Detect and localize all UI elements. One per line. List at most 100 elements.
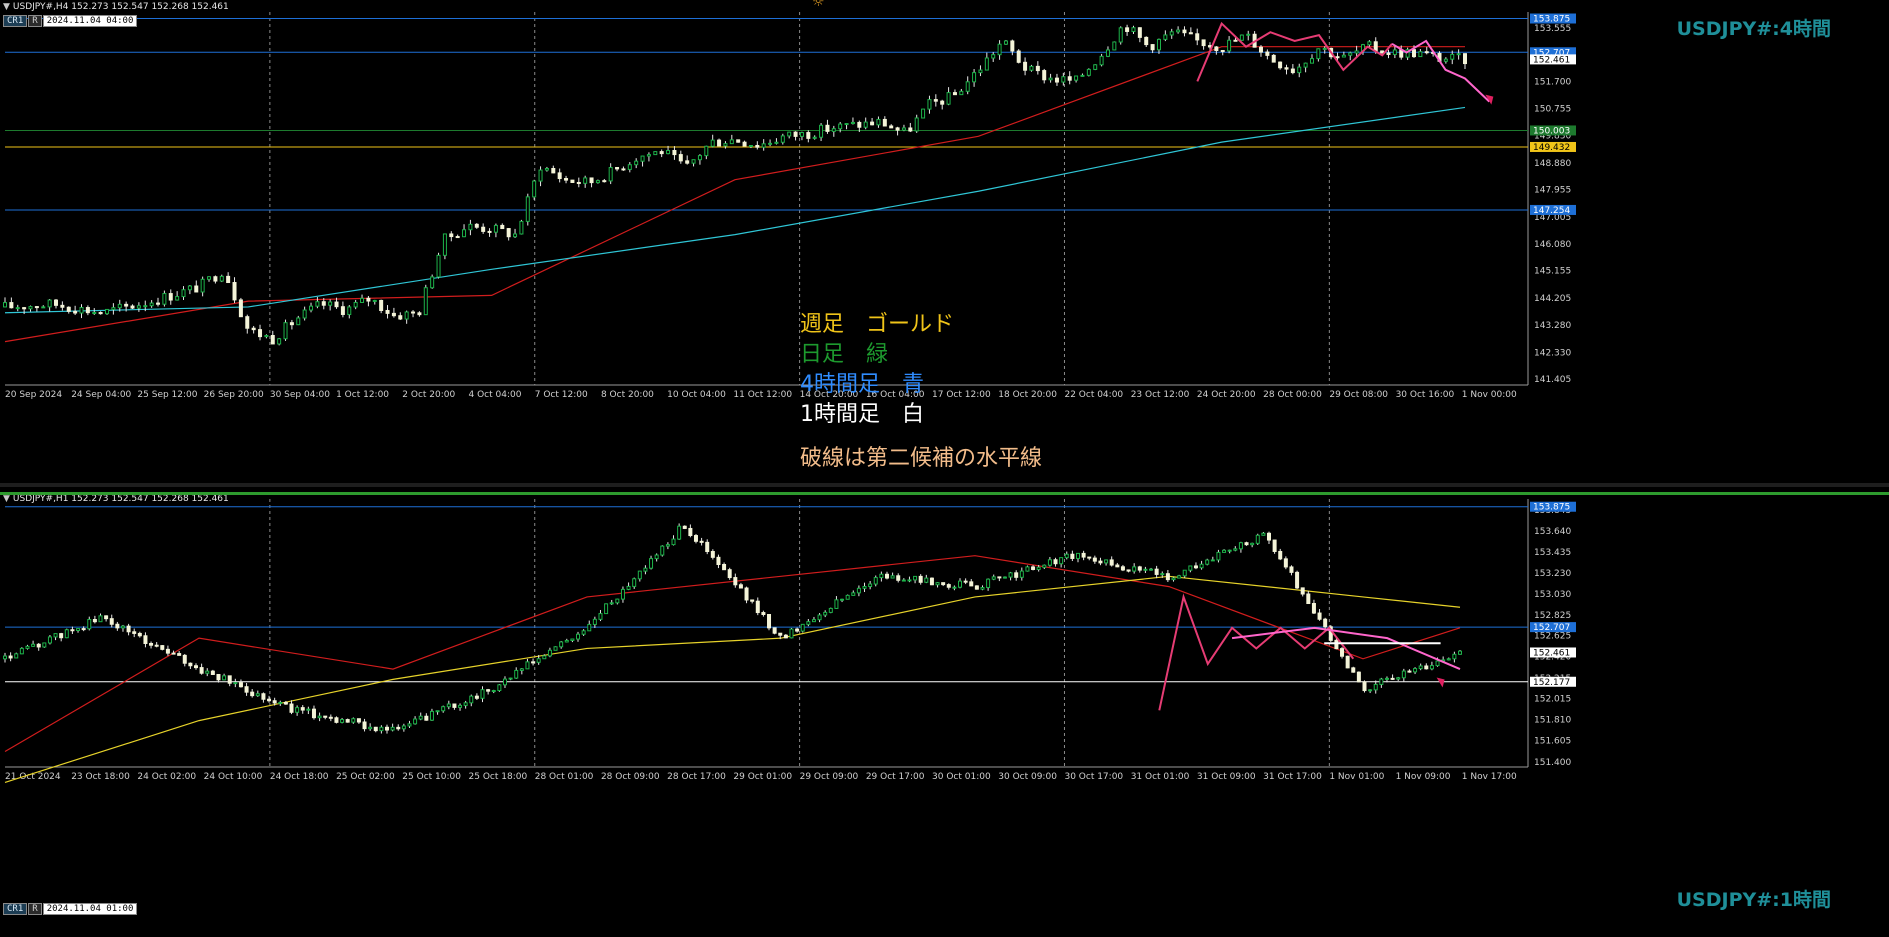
x-tick-label: 8 Oct 20:00: [601, 390, 654, 400]
candle-body: [98, 312, 103, 315]
candle-body: [194, 285, 199, 293]
candle-body: [277, 338, 282, 345]
candle-body: [1036, 566, 1041, 570]
candle-body: [1351, 667, 1356, 673]
candle-body: [997, 43, 1002, 56]
candle-body: [845, 594, 850, 600]
candle-body: [60, 304, 65, 308]
candle-body: [168, 293, 173, 301]
x-tick-label: 2 Oct 20:00: [402, 390, 455, 400]
candle-body: [300, 707, 305, 711]
candle-body: [806, 621, 811, 625]
candle-body: [245, 316, 250, 329]
candle-body: [986, 578, 991, 589]
candle-body: [736, 139, 741, 143]
candle-body: [1132, 566, 1137, 572]
candle-body: [598, 613, 603, 620]
candle-body: [935, 582, 940, 586]
h4-chart-pane[interactable]: 20 Sep 2024 24 Sep 04:00 25 Sep 12:00 26 Se…: [0, 0, 1889, 487]
candle-body: [1354, 50, 1359, 54]
candle-body: [47, 636, 52, 644]
y-tick-label: 151.700: [1534, 77, 1571, 87]
candle-body: [868, 583, 873, 588]
y-tick-label: 151.605: [1534, 737, 1571, 747]
candle-body: [532, 180, 537, 198]
candle-body: [120, 625, 125, 629]
candle-body: [1014, 572, 1019, 578]
candle-body: [1348, 52, 1353, 56]
candle-body: [1368, 689, 1373, 692]
candle-body: [1205, 559, 1210, 565]
dashed-line-note: 破線は第二候補の水平線: [800, 446, 1043, 471]
h1-crosshair-date: 2024.11.04 01:00: [42, 903, 138, 915]
candle-body: [879, 573, 884, 579]
candle-body: [884, 573, 889, 579]
h4-timeframe-label: USDJPY#:4時間: [1676, 18, 1831, 40]
candle-body: [1233, 548, 1238, 551]
candle-body: [278, 701, 283, 704]
y-tick-label: 150.755: [1534, 105, 1571, 115]
candle-body: [1010, 40, 1015, 52]
candle-body: [671, 538, 676, 546]
cr1-tag: CR1: [3, 15, 28, 27]
x-tick-label: 11 Oct 12:00: [733, 390, 792, 400]
candle-body: [1265, 51, 1270, 56]
x-tick-label: 10 Oct 04:00: [667, 390, 726, 400]
candle-body: [1456, 53, 1461, 56]
candle-body: [9, 302, 14, 309]
candle-body: [1035, 65, 1040, 72]
candle-body: [761, 143, 766, 148]
candle-body: [424, 715, 429, 721]
candle-body: [531, 661, 536, 664]
candle-body: [1199, 563, 1204, 569]
candle-body: [882, 118, 887, 127]
candle-body: [1059, 557, 1064, 565]
candle-body: [941, 582, 946, 586]
candle-body: [87, 619, 92, 630]
x-tick-label: 30 Oct 16:00: [1396, 390, 1455, 400]
candle-body: [1373, 683, 1378, 691]
h1-crosshair-box[interactable]: CR1 R 2024.11.04 01:00: [3, 903, 138, 915]
candle-body: [733, 577, 738, 586]
candle-body: [261, 693, 266, 700]
candle-body: [487, 230, 492, 233]
candle-body: [340, 719, 345, 723]
candle-body: [385, 726, 390, 731]
y-tick-label: 153.555: [1534, 24, 1571, 34]
candle-body: [233, 682, 238, 685]
h4-chart-header: ▼ USDJPY#,H4 152.273 152.547 152.268 152.…: [3, 2, 229, 12]
r-tag-h1: R: [28, 903, 42, 915]
candle-body: [838, 123, 843, 130]
candle-body: [755, 600, 760, 614]
candle-body: [334, 301, 339, 308]
candle-body: [1233, 39, 1238, 42]
x-tick-label: 24 Sep 04:00: [71, 390, 131, 400]
candle-body: [811, 619, 816, 623]
x-tick-label: 23 Oct 12:00: [1131, 390, 1190, 400]
h4-crosshair-box[interactable]: CR1 R 2024.11.04 04:00: [3, 15, 138, 27]
candle-body: [117, 303, 122, 309]
candle-body: [958, 580, 963, 588]
candle-body: [1458, 650, 1462, 655]
candle-body: [73, 310, 78, 314]
candle-body: [965, 81, 970, 92]
candle-body: [160, 645, 165, 650]
candle-body: [311, 708, 316, 719]
x-tick-label: 1 Nov 01:00: [1329, 772, 1384, 782]
candle-body: [1290, 68, 1295, 74]
x-tick-label: 24 Oct 18:00: [270, 772, 329, 782]
candle-body: [136, 305, 141, 309]
candle-body: [856, 587, 861, 594]
candle-body: [1131, 27, 1136, 32]
h1-chart-pane[interactable]: 21 Oct 2024 23 Oct 18:00 24 Oct 02:00 24 Oc…: [0, 487, 1889, 937]
candle-body: [1098, 560, 1103, 564]
candle-body: [1384, 677, 1389, 680]
candle-body: [738, 584, 743, 589]
candle-body: [767, 613, 772, 629]
candle-body: [627, 164, 632, 170]
candle-body: [699, 540, 704, 543]
candle-body: [1182, 29, 1187, 34]
candle-body: [889, 125, 894, 129]
candle-body: [890, 575, 895, 579]
candle-body: [1222, 549, 1227, 553]
